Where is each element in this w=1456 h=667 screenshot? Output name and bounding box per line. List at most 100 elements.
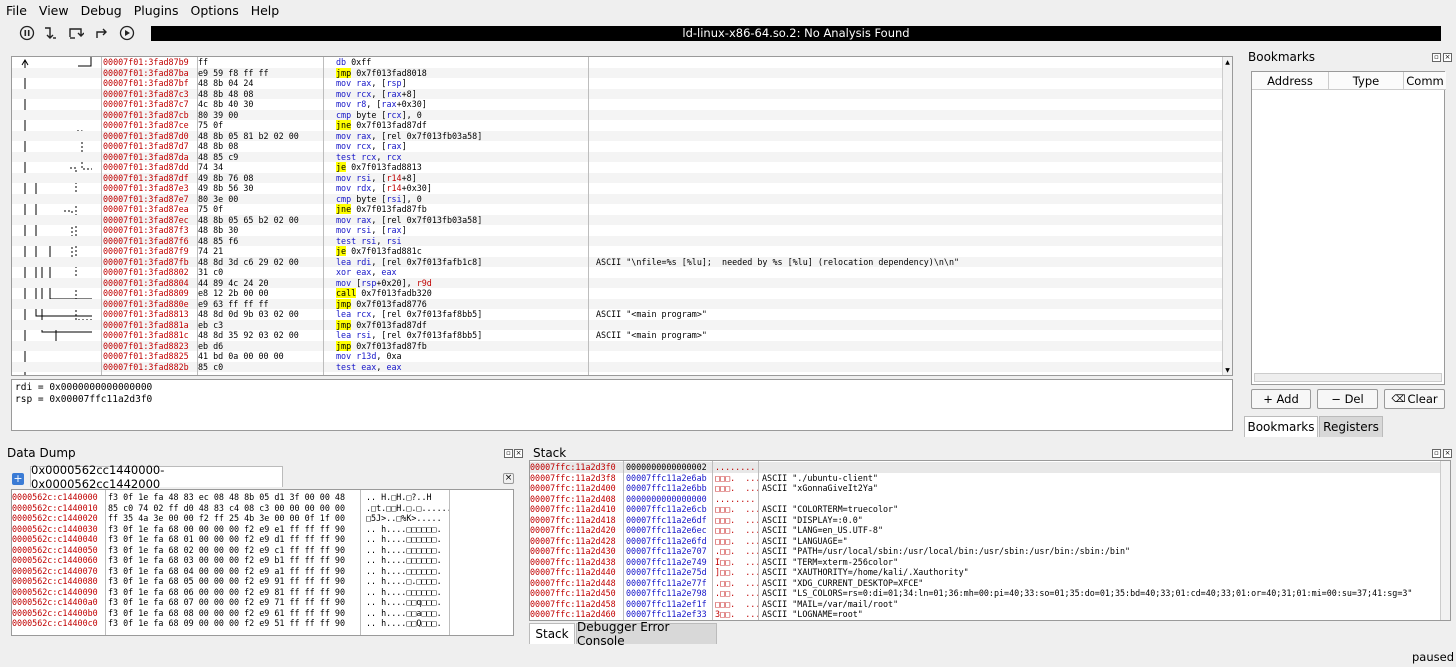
disasm-row[interactable]: 00007f01:3fad87fb 48 8d 3d c6 29 02 00 lea… [12, 256, 1222, 267]
disassembly-view[interactable]: 00007f01:3fad87b9 ff db 0xff 00007f01:3fad8… [11, 56, 1233, 376]
register-token: rax [356, 130, 372, 141]
disasm-row[interactable]: 00007f01:3fad87dd 74 34 je 0x7f013fad8813 [12, 162, 1222, 173]
add-bookmark-button[interactable]: + Add [1251, 389, 1311, 409]
dump-row[interactable]: 0000562c:c1440010 85 c0 74 02 ff d0 48 83… [12, 503, 512, 514]
disasm-row[interactable]: 00007f01:3fad87c3 48 8b 48 08 mov rcx, [ra… [12, 88, 1222, 99]
stack-row[interactable]: 00007ffc:11a2d430 00007ffc11a2e707 .□□. ..… [530, 546, 1440, 557]
menu-plugins[interactable]: Plugins [134, 3, 179, 18]
disasm-row[interactable]: 00007f01:3fad880e e9 63 ff ff ff jmp 0x7f0… [12, 298, 1222, 309]
float-icon[interactable]: ▫ [1432, 53, 1441, 62]
stack-row[interactable]: 00007ffc:11a2d460 00007ffc11a2ef33 3□□. ..… [530, 609, 1440, 620]
dump-row[interactable]: 0000562c:c1440040 f3 0f 1e fa 68 01 00 00… [12, 534, 512, 545]
bookmarks-hscrollbar[interactable] [1254, 373, 1442, 382]
disasm-row[interactable]: 00007f01:3fad87cb 80 39 00 cmp byte [rcx],… [12, 109, 1222, 120]
disasm-row[interactable]: 00007f01:3fad8825 41 bd 0a 00 00 00 mov r1… [12, 351, 1222, 362]
dump-row[interactable]: 0000562c:c1440030 f3 0f 1e fa 68 00 00 00… [12, 524, 512, 535]
dump-row[interactable]: 0000562c:c1440080 f3 0f 1e fa 68 05 00 00… [12, 576, 512, 587]
bookmarks-col-address[interactable]: Address [1252, 72, 1329, 90]
delete-bookmark-button[interactable]: − Del [1317, 389, 1378, 409]
disasm-row[interactable]: 00007f01:3fad881c 48 8d 35 92 03 02 00 lea… [12, 330, 1222, 341]
dump-row[interactable]: 0000562c:c14400a0 f3 0f 1e fa 68 07 00 00… [12, 597, 512, 608]
stack-row[interactable]: 00007ffc:11a2d3f8 00007ffc11a2e6ab □□□. ..… [530, 473, 1440, 484]
dump-row[interactable]: 0000562c:c14400c0 f3 0f 1e fa 68 09 00 00… [12, 618, 512, 629]
menu-options[interactable]: Options [190, 3, 238, 18]
dump-row[interactable]: 0000562c:c1440020 ff 35 4a 3e 00 00 f2 ff… [12, 513, 512, 524]
tab-stack[interactable]: Stack [529, 623, 575, 644]
close-icon[interactable]: × [1443, 449, 1452, 458]
close-tab-icon[interactable]: × [503, 473, 514, 484]
dump-row[interactable]: 0000562c:c1440090 f3 0f 1e fa 68 06 00 00… [12, 587, 512, 598]
disassembly-scrollbar[interactable]: ▲ ▼ [1222, 57, 1232, 375]
stack-row[interactable]: 00007ffc:11a2d450 00007ffc11a2e798 .□□. ..… [530, 588, 1440, 599]
stack-row[interactable]: 00007ffc:11a2d420 00007ffc11a2e6ec □□□. ..… [530, 525, 1440, 536]
menu-view[interactable]: View [39, 3, 69, 18]
stack-row[interactable]: 00007ffc:11a2d3f0 0000000000000002.......… [530, 462, 1440, 473]
stack-row[interactable]: 00007ffc:11a2d458 00007ffc11a2ef1f □□□. ..… [530, 599, 1440, 610]
disasm-row[interactable]: 00007f01:3fad8809 e8 12 2b 00 00 call 0x7f… [12, 288, 1222, 299]
stack-row[interactable]: 00007ffc:11a2d408 0000000000000000.......… [530, 494, 1440, 505]
stack-row[interactable]: 00007ffc:11a2d418 00007ffc11a2e6df □□□. ..… [530, 515, 1440, 526]
stack-row[interactable]: 00007ffc:11a2d448 00007ffc11a2e77f .□□. ..… [530, 578, 1440, 589]
disasm-row[interactable]: 00007f01:3fad8823 eb d6 jmp 0x7f013fad87fb [12, 340, 1222, 351]
float-icon[interactable]: ▫ [504, 449, 513, 458]
disasm-row[interactable]: 00007f01:3fad87b9 ff db 0xff [12, 57, 1222, 68]
step-out-button[interactable] [92, 23, 112, 43]
disasm-row[interactable]: 00007f01:3fad87ce 75 0f jne 0x7f013fad87df [12, 120, 1222, 131]
instruction-bytes: 44 89 4c 24 20 [198, 277, 269, 288]
float-icon[interactable]: ▫ [1432, 449, 1441, 458]
disasm-row[interactable]: 00007f01:3fad87ec 48 8b 05 65 b2 02 00 mov… [12, 214, 1222, 225]
disasm-row[interactable]: 00007f01:3fad87df 49 8b 76 08 mov rsi, [r1… [12, 172, 1222, 183]
stack-row[interactable]: 00007ffc:11a2d400 00007ffc11a2e6bb □□□. ..… [530, 483, 1440, 494]
stack-row[interactable]: 00007ffc:11a2d410 00007ffc11a2e6cb □□□. ..… [530, 504, 1440, 515]
disasm-row[interactable]: 00007f01:3fad8804 44 89 4c 24 20 mov [rsp+… [12, 277, 1222, 288]
disasm-row[interactable]: 00007f01:3fad87f9 74 21 je 0x7f013fad881c [12, 246, 1222, 257]
pause-button[interactable] [17, 23, 37, 43]
disasm-row[interactable]: 00007f01:3fad87ba e9 59 f8 ff ff jmp 0x7f0… [12, 67, 1222, 78]
close-icon[interactable]: × [1443, 53, 1452, 62]
bookmarks-col-type[interactable]: Type [1329, 72, 1404, 90]
disasm-row[interactable]: 00007f01:3fad87d7 48 8b 08 mov rcx, [rax] [12, 141, 1222, 152]
bookmarks-col-comment[interactable]: Comm [1404, 72, 1446, 90]
run-button[interactable] [117, 23, 137, 43]
disasm-row[interactable]: 00007f01:3fad881a eb c3 jmp 0x7f013fad87df [12, 319, 1222, 330]
dump-row[interactable]: 0000562c:c1440070 f3 0f 1e fa 68 04 00 00… [12, 566, 512, 577]
menu-debug[interactable]: Debug [81, 3, 122, 18]
step-over-button[interactable] [66, 23, 86, 43]
disasm-row[interactable]: 00007f01:3fad882b 85 c0 test eax, eax [12, 361, 1222, 372]
bookmarks-table[interactable]: Address Type Comm [1251, 71, 1446, 385]
disasm-row[interactable]: 00007f01:3fad87da 48 85 c9 test rcx, rcx [12, 151, 1222, 162]
stack-row[interactable]: 00007ffc:11a2d440 00007ffc11a2e75d]□□. ..… [530, 567, 1440, 578]
disasm-row[interactable]: 00007f01:3fad87e3 49 8b 56 30 mov rdx, [r1… [12, 183, 1222, 194]
close-icon[interactable]: × [514, 449, 523, 458]
stack-row[interactable]: 00007ffc:11a2d438 00007ffc11a2e749 I□□. ..… [530, 557, 1440, 568]
dump-row[interactable]: 0000562c:c1440050 f3 0f 1e fa 68 02 00 00… [12, 545, 512, 556]
disasm-row[interactable]: 00007f01:3fad87e7 80 3e 00 cmp byte [rsi],… [12, 193, 1222, 204]
stack-value: 00007ffc11a2e6ab [626, 472, 707, 483]
menu-file[interactable]: File [6, 3, 27, 18]
disasm-row[interactable]: 00007f01:3fad8802 31 c0 xor eax, eax [12, 267, 1222, 278]
tab-bookmarks[interactable]: Bookmarks [1244, 416, 1318, 437]
menu-help[interactable]: Help [251, 3, 280, 18]
play-icon [119, 25, 135, 41]
disasm-row[interactable]: 00007f01:3fad8813 48 8d 0d 9b 03 02 00 lea… [12, 309, 1222, 320]
tab-memory-region[interactable]: 0x0000562cc1440000-0x0000562cc1442000 [30, 463, 283, 491]
dump-row[interactable]: 0000562c:c1440000 f3 0f 1e fa 48 83 ec 08… [12, 492, 512, 503]
add-dump-tab-button[interactable]: + [12, 473, 24, 485]
step-into-button[interactable] [40, 23, 60, 43]
stack-table[interactable]: 00007ffc:11a2d3f0 0000000000000002.......… [529, 460, 1451, 621]
disasm-row[interactable]: 00007f01:3fad87d0 48 8b 05 81 b2 02 00 mov… [12, 130, 1222, 141]
dump-row[interactable]: 0000562c:c14400b0 f3 0f 1e fa 68 08 00 00… [12, 608, 512, 619]
disasm-row[interactable]: 00007f01:3fad87ea 75 0f jne 0x7f013fad87fb [12, 204, 1222, 215]
tab-debugger-error-console[interactable]: Debugger Error Console [576, 620, 717, 648]
dump-row[interactable]: 0000562c:c1440060 f3 0f 1e fa 68 03 00 00… [12, 555, 512, 566]
tab-registers[interactable]: Registers [1319, 416, 1383, 437]
instruction-bytes: e9 59 f8 ff ff [198, 67, 269, 78]
disasm-row[interactable]: 00007f01:3fad87f3 48 8b 30 mov rsi, [rax] [12, 225, 1222, 236]
disasm-row[interactable]: 00007f01:3fad87f6 48 85 f6 test rsi, rsi [12, 235, 1222, 246]
clear-bookmarks-button[interactable]: ⌫ Clear [1384, 389, 1445, 409]
disasm-row[interactable]: 00007f01:3fad87bf 48 8b 04 24 mov rax, [rs… [12, 78, 1222, 89]
disasm-row[interactable]: 00007f01:3fad87c7 4c 8b 40 30 mov r8, [rax… [12, 99, 1222, 110]
data-dump-table[interactable]: 0000562c:c1440000 f3 0f 1e fa 48 83 ec 08… [11, 489, 514, 636]
stack-row[interactable]: 00007ffc:11a2d428 00007ffc11a2e6fd □□□. ..… [530, 536, 1440, 547]
stack-scrollbar[interactable] [1440, 461, 1450, 620]
